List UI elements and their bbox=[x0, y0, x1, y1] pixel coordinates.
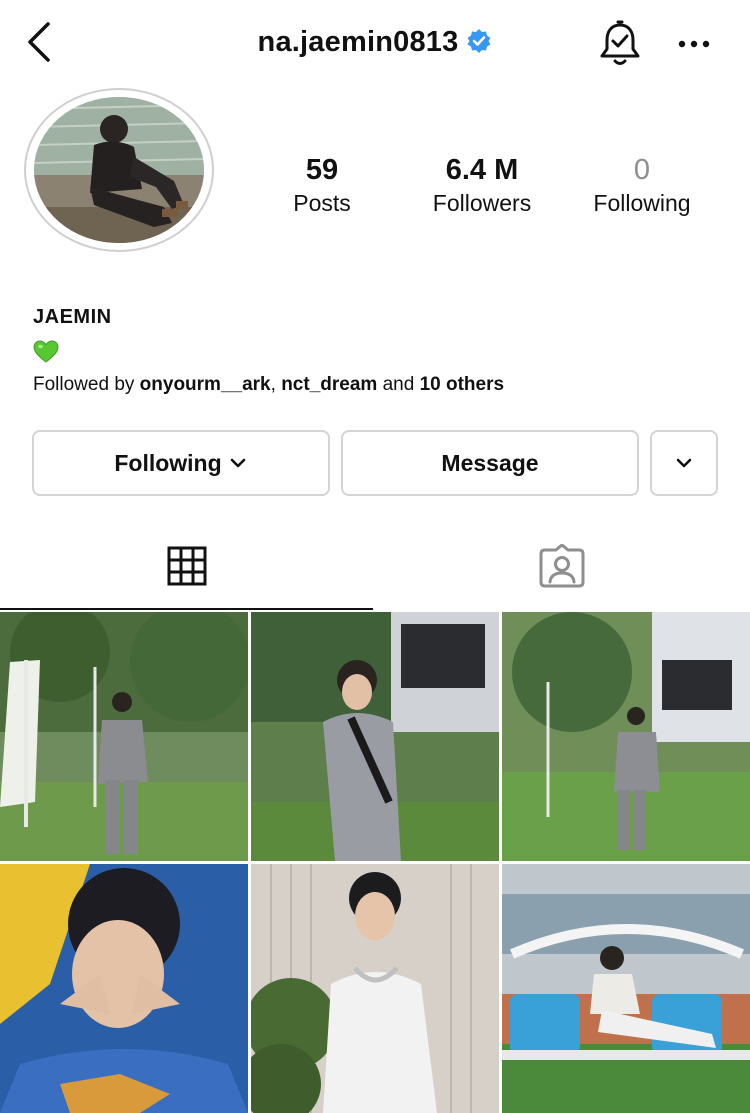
following-button-label: Following bbox=[114, 449, 222, 476]
post-thumbnail[interactable] bbox=[502, 612, 750, 861]
post-thumbnail[interactable] bbox=[502, 864, 750, 1113]
tab-tagged[interactable] bbox=[375, 530, 750, 610]
following-button[interactable]: Following bbox=[32, 430, 330, 496]
message-button[interactable]: Message bbox=[341, 430, 639, 496]
active-tab-indicator bbox=[0, 608, 373, 610]
post-thumbnail[interactable] bbox=[251, 864, 499, 1113]
followed-by-prefix: Followed by bbox=[33, 374, 140, 395]
message-button-label: Message bbox=[441, 449, 539, 476]
followers-stat[interactable]: 6.4 M Followers bbox=[402, 152, 562, 218]
mutual-follower-link[interactable]: onyourm__ark bbox=[140, 374, 271, 395]
followed-by-text[interactable]: Followed by onyourm__ark, nct_dream and … bbox=[33, 374, 504, 396]
post-thumbnail[interactable] bbox=[0, 864, 248, 1113]
following-label: Following bbox=[593, 190, 691, 216]
green-heart-icon bbox=[33, 339, 59, 365]
grid-icon bbox=[167, 546, 207, 586]
tab-posts-grid[interactable] bbox=[0, 530, 373, 610]
post-thumbnail[interactable] bbox=[0, 612, 248, 861]
mutual-follower-link[interactable]: nct_dream bbox=[281, 374, 377, 395]
chevron-down-icon bbox=[230, 458, 245, 468]
tagged-icon bbox=[539, 544, 585, 588]
others-link[interactable]: 10 others bbox=[420, 374, 504, 395]
post-thumbnail[interactable] bbox=[251, 612, 499, 861]
more-options-button[interactable] bbox=[676, 36, 712, 52]
notification-bell-button[interactable] bbox=[598, 20, 642, 68]
following-stat[interactable]: 0 Following bbox=[562, 152, 722, 218]
suggested-accounts-button[interactable] bbox=[650, 430, 718, 496]
followed-by-and: and bbox=[377, 374, 420, 395]
username-text: na.jaemin0813 bbox=[257, 26, 459, 58]
avatar-photo bbox=[34, 97, 204, 243]
chevron-down-icon bbox=[676, 458, 692, 468]
verified-badge-icon bbox=[467, 29, 491, 53]
posts-label: Posts bbox=[293, 190, 351, 216]
followed-by-separator: , bbox=[270, 374, 282, 395]
following-count: 0 bbox=[633, 154, 651, 186]
followers-label: Followers bbox=[432, 190, 532, 216]
profile-display-name: JAEMIN bbox=[33, 306, 112, 328]
posts-stat[interactable]: 59 Posts bbox=[242, 152, 402, 218]
followers-count: 6.4 M bbox=[445, 154, 519, 186]
notification-bell-icon bbox=[600, 20, 640, 65]
profile-avatar[interactable] bbox=[24, 88, 214, 252]
more-options-icon bbox=[678, 40, 710, 48]
posts-count: 59 bbox=[305, 154, 339, 186]
